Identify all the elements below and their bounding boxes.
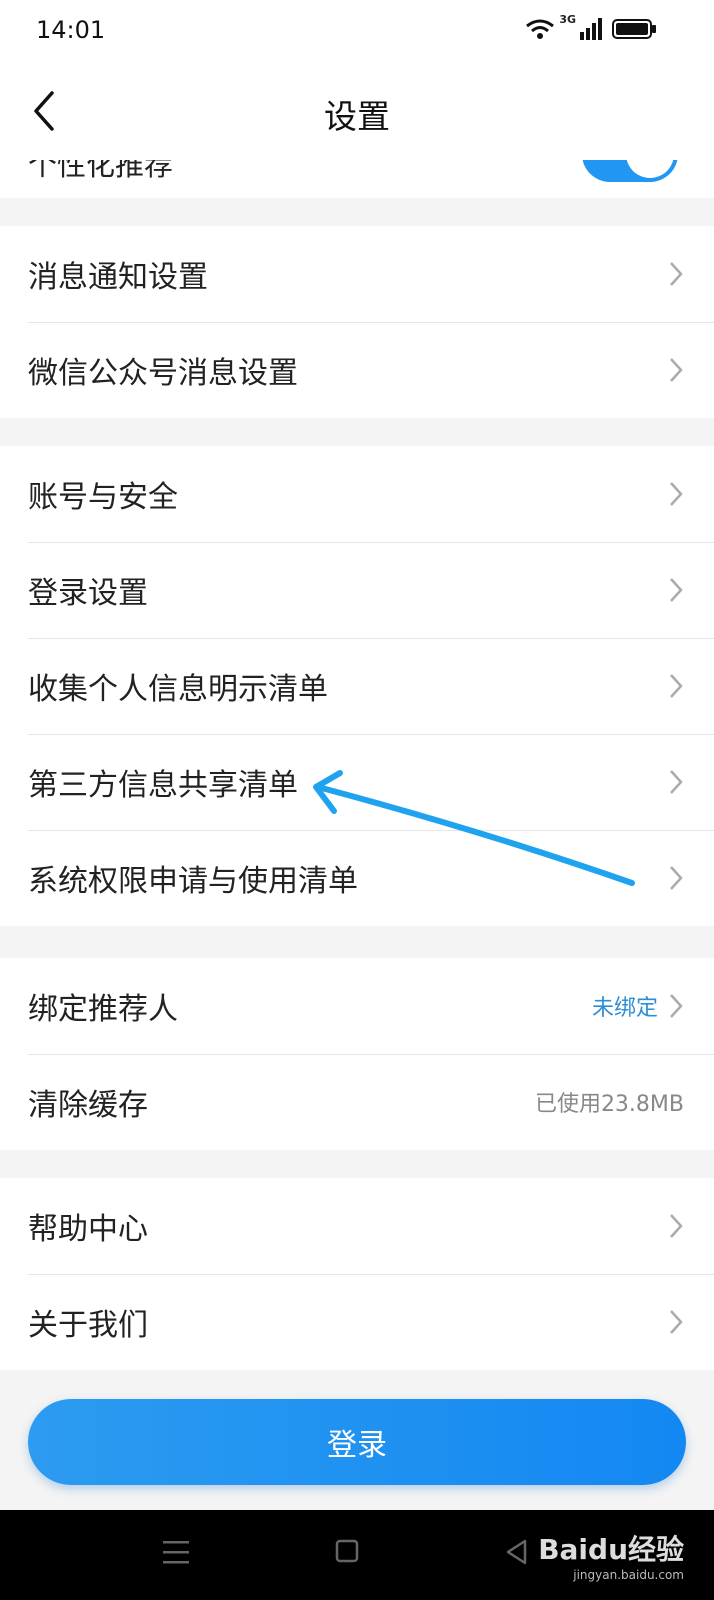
toggle-knob (626, 160, 674, 178)
wifi-icon (526, 19, 555, 39)
system-nav-bar: Baidu经验 jingyan.baidu.com (0, 1510, 714, 1600)
annotation-arrow-icon (313, 770, 635, 886)
settings-row-message-notifications[interactable]: 消息通知设置 (0, 226, 714, 322)
settings-group-help: 帮助中心 关于我们 (0, 1178, 714, 1370)
personalized-recommendation-label: 个性化推荐 (28, 160, 174, 182)
status-bar: 14:01 3G (0, 0, 714, 64)
chevron-right-icon (670, 866, 683, 890)
watermark: Baidu经验 jingyan.baidu.com (538, 1528, 684, 1582)
row-label: 微信公众号消息设置 (28, 356, 298, 391)
personalized-recommendation-toggle[interactable] (582, 160, 678, 182)
settings-row-about-us[interactable]: 关于我们 (0, 1274, 714, 1370)
watermark-brand: Baidu经验 (538, 1533, 684, 1566)
referrer-status: 未绑定 (591, 996, 658, 1021)
chevron-right-icon (670, 1214, 683, 1238)
settings-row-account-security[interactable]: 账号与安全 (0, 446, 714, 542)
top-nav-bar: 设置 (0, 64, 714, 160)
row-label: 关于我们 (28, 1308, 148, 1343)
settings-group-misc: 绑定推荐人 未绑定 清除缓存 已使用23.8MB (0, 958, 714, 1150)
chevron-right-icon (670, 578, 683, 602)
chevron-right-icon (670, 482, 683, 506)
settings-row-wechat-messages[interactable]: 微信公众号消息设置 (0, 322, 714, 418)
settings-row-clear-cache[interactable]: 清除缓存 已使用23.8MB (0, 1054, 714, 1150)
chevron-right-icon (670, 770, 683, 794)
chevron-right-icon (670, 1310, 683, 1334)
settings-group-notifications: 消息通知设置 微信公众号消息设置 (0, 226, 714, 418)
page-title: 设置 (324, 97, 390, 136)
row-label: 第三方信息共享清单 (28, 768, 298, 803)
network-type-label: 3G (559, 12, 576, 26)
row-label: 收集个人信息明示清单 (28, 672, 328, 707)
personalized-recommendation-row[interactable]: 个性化推荐 (0, 160, 714, 198)
row-label: 绑定推荐人 (28, 992, 178, 1027)
settings-row-help-center[interactable]: 帮助中心 (0, 1178, 714, 1274)
chevron-right-icon (670, 674, 683, 698)
watermark-url: jingyan.baidu.com (573, 1568, 684, 1582)
status-time: 14:01 (36, 16, 106, 44)
settings-row-bind-referrer[interactable]: 绑定推荐人 未绑定 (0, 958, 714, 1054)
row-label: 清除缓存 (28, 1088, 148, 1123)
settings-row-login-settings[interactable]: 登录设置 (0, 542, 714, 638)
row-label: 帮助中心 (28, 1212, 148, 1247)
signal-icon (580, 18, 602, 40)
menu-icon[interactable] (163, 1538, 189, 1566)
settings-row-personal-info-list[interactable]: 收集个人信息明示清单 (0, 638, 714, 734)
battery-icon (612, 19, 656, 39)
chevron-right-icon (670, 262, 683, 286)
row-label: 登录设置 (28, 576, 148, 611)
home-icon[interactable] (335, 1538, 359, 1564)
status-icons: 3G (525, 13, 658, 40)
row-label: 消息通知设置 (28, 260, 208, 295)
chevron-right-icon (670, 358, 683, 382)
back-triangle-icon[interactable] (505, 1538, 529, 1566)
row-label: 账号与安全 (28, 480, 178, 515)
chevron-right-icon (670, 994, 683, 1018)
cache-size-value: 已使用23.8MB (534, 1092, 684, 1117)
login-button[interactable]: 登录 (28, 1399, 686, 1485)
